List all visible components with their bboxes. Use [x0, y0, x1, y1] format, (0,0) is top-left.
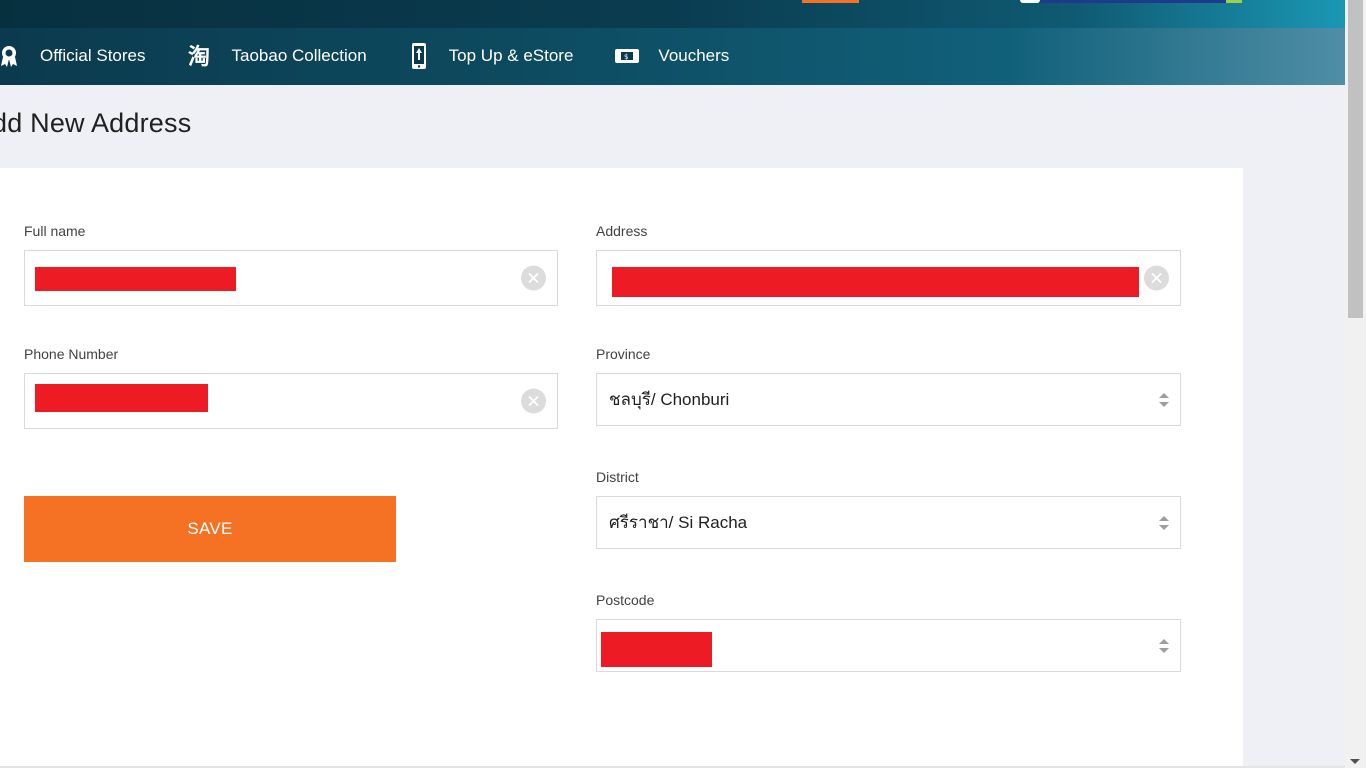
- promo-banner-accent: [1226, 0, 1242, 3]
- close-icon: [1151, 272, 1162, 284]
- svg-text:$: $: [624, 53, 628, 61]
- address-label: Address: [596, 223, 648, 239]
- nav-item-label: Taobao Collection: [231, 46, 367, 65]
- scrollbar-thumb[interactable]: [1348, 0, 1363, 318]
- district-label: District: [596, 469, 639, 485]
- award-ribbon-icon: [0, 44, 18, 68]
- province-value: ชลบุรี/ Chonburi: [609, 390, 730, 409]
- redaction-mark: [35, 384, 208, 412]
- taobao-icon: 淘: [188, 44, 216, 68]
- category-nav: Official Stores 淘 Taobao Collection Top …: [0, 40, 771, 72]
- clear-phone-button[interactable]: [521, 388, 546, 414]
- full-name-input[interactable]: [24, 250, 558, 306]
- site-header: Official Stores 淘 Taobao Collection Top …: [0, 0, 1345, 85]
- district-select[interactable]: ศรีราชา/ Si Racha: [596, 496, 1181, 549]
- vertical-scrollbar[interactable]: [1345, 0, 1366, 768]
- sort-arrows-icon: [1159, 392, 1169, 407]
- close-icon: [528, 272, 539, 284]
- full-name-label: Full name: [24, 223, 86, 239]
- nav-item-vouchers[interactable]: $ Vouchers: [615, 44, 729, 68]
- postcode-field: Postcode: [596, 592, 1181, 672]
- nav-item-top-up-estore[interactable]: Top Up & eStore: [411, 43, 574, 69]
- clear-full-name-button[interactable]: [521, 265, 546, 291]
- clear-address-button[interactable]: [1144, 265, 1169, 291]
- full-name-field: Full name: [24, 223, 558, 306]
- nav-item-taobao-collection[interactable]: 淘 Taobao Collection: [188, 44, 367, 68]
- province-field: Province ชลบุรี/ Chonburi: [596, 346, 1181, 426]
- mobile-topup-icon: [411, 43, 427, 69]
- sort-arrows-icon: [1159, 515, 1169, 530]
- page-title: dd New Address: [0, 108, 192, 138]
- district-value: ศรีราชา/ Si Racha: [609, 513, 748, 532]
- save-button[interactable]: SAVE: [24, 496, 396, 562]
- header-top-strip: [0, 0, 1345, 28]
- nav-item-label: Vouchers: [658, 46, 730, 65]
- svg-text:淘: 淘: [188, 44, 210, 68]
- nav-item-official-stores[interactable]: Official Stores: [0, 44, 146, 68]
- page: Official Stores 淘 Taobao Collection Top …: [0, 0, 1366, 768]
- scroll-down-arrow-icon[interactable]: [1350, 759, 1360, 764]
- phone-input[interactable]: [24, 373, 558, 429]
- district-field: District ศรีราชา/ Si Racha: [596, 469, 1181, 549]
- phone-field: Phone Number: [24, 346, 558, 429]
- promo-banner[interactable]: [1040, 0, 1226, 3]
- province-label: Province: [596, 346, 651, 362]
- promo-banner-edge: [1020, 0, 1040, 3]
- search-button-edge[interactable]: [802, 0, 859, 3]
- redaction-mark: [35, 267, 236, 291]
- address-field: Address: [596, 223, 1181, 306]
- redaction-mark: [612, 267, 1139, 297]
- nav-item-label: Official Stores: [40, 46, 146, 65]
- address-input[interactable]: [596, 250, 1181, 306]
- close-icon: [528, 395, 539, 407]
- sort-arrows-icon: [1159, 638, 1169, 653]
- postcode-select[interactable]: [596, 619, 1181, 672]
- nav-item-label: Top Up & eStore: [448, 46, 574, 65]
- redaction-mark: [601, 632, 712, 667]
- postcode-label: Postcode: [596, 592, 655, 608]
- phone-label: Phone Number: [24, 346, 119, 362]
- address-form: Full name Phone Number Address Province …: [0, 168, 1243, 768]
- voucher-icon: $: [615, 44, 640, 68]
- province-select[interactable]: ชลบุรี/ Chonburi: [596, 373, 1181, 426]
